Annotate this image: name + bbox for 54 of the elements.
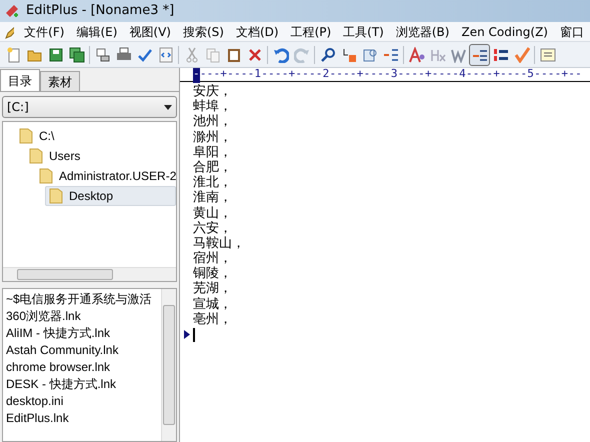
app-icon <box>4 3 20 19</box>
text-line: 淮南， <box>193 190 232 206</box>
text-line: 宿州， <box>193 251 232 266</box>
text-line: 合肥， <box>193 160 232 175</box>
menu-item[interactable]: 文件(F) <box>18 22 70 40</box>
text-line: 池州， <box>193 114 232 130</box>
menu-item[interactable]: 工程(P) <box>284 22 338 40</box>
menu-item[interactable]: 工具(T) <box>337 22 390 40</box>
menu-item[interactable]: 浏览器(B) <box>390 22 456 40</box>
file-item[interactable]: DESK - 快捷方式.lnk <box>6 376 161 393</box>
text-line: 蚌埠， <box>193 99 232 114</box>
file-item[interactable]: chrome browser.lnk <box>6 359 161 376</box>
drive-dropdown[interactable]: [C:] <box>2 96 177 118</box>
menu-item[interactable]: 视图(V) <box>123 22 177 40</box>
text-cursor <box>193 328 195 342</box>
file-item[interactable]: desktop.ini <box>6 393 161 410</box>
text-line: 阜阳， <box>193 144 232 160</box>
text-line: 芜湖， <box>193 281 232 297</box>
file-item[interactable]: EditPlus.lnk <box>6 410 161 427</box>
text-line: 马鞍山， <box>193 236 245 251</box>
ruler: ----+----1----+----2----+----3----+----4----+----5----+-- <box>180 68 590 82</box>
folder-icon <box>49 188 63 204</box>
sidebar-tab[interactable]: 素材 <box>40 71 80 91</box>
menu-item[interactable]: 文档(D) <box>230 22 285 40</box>
menu-item[interactable]: Zen Coding(Z) <box>455 22 554 40</box>
text-line: 宣城， <box>193 296 232 312</box>
menu-item[interactable]: 窗口 <box>554 22 590 40</box>
text-line: 六安， <box>193 220 232 236</box>
file-item[interactable]: AliIM - 快捷方式.lnk <box>6 325 161 342</box>
horizontal-scrollbar[interactable] <box>3 267 176 281</box>
tree-item[interactable]: Desktop <box>45 186 176 206</box>
folder-icon <box>29 148 43 164</box>
vertical-scrollbar[interactable] <box>161 289 176 441</box>
linenum-icon[interactable] <box>469 44 490 66</box>
tree-item[interactable]: Administrator.USER-2 <box>35 166 176 186</box>
menu-item[interactable]: 搜索(S) <box>176 22 230 40</box>
sidebar-tab[interactable]: 目录 <box>0 69 40 91</box>
file-item[interactable]: 360浏览器.lnk <box>6 308 161 325</box>
text-line: 黄山， <box>193 206 232 221</box>
file-item[interactable]: ~$电信服务开通系统与激活 <box>6 291 161 308</box>
text-line: 安庆， <box>193 84 232 99</box>
tree-item[interactable]: C:\ <box>15 126 176 146</box>
text-line: 淮北， <box>193 175 232 190</box>
window-title: EditPlus - [Noname3 *] <box>26 2 174 20</box>
text-line: 滁州， <box>193 130 232 145</box>
folder-icon <box>39 168 53 184</box>
text-line: 亳州， <box>193 312 232 328</box>
text-line: 铜陵， <box>193 266 232 282</box>
menu-item[interactable]: 编辑(E) <box>70 22 124 40</box>
folder-icon <box>19 128 33 144</box>
tree-item[interactable]: Users <box>25 146 176 166</box>
caret-icon <box>164 104 172 110</box>
current-line-marker-icon <box>184 330 190 340</box>
file-item[interactable]: Astah Community.lnk <box>6 342 161 359</box>
